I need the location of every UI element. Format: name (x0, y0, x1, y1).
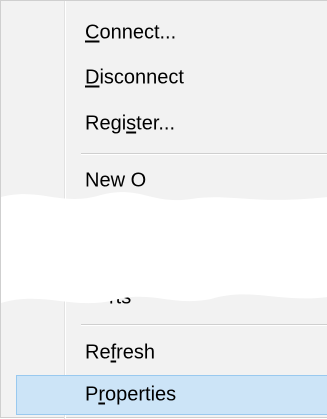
context-menu: Connect... Disconnect Register... New O … (0, 0, 327, 419)
menu-item-label: Register... (85, 112, 176, 135)
menu-item-label: Refresh (85, 341, 156, 364)
menu-separator (81, 153, 327, 155)
menu-item-connect[interactable]: Connect... (1, 13, 327, 53)
menu-item-label: Properties (85, 383, 177, 406)
menu-separator (81, 324, 327, 326)
menu-item-register[interactable]: Register... (1, 104, 327, 144)
menu-item-label: Disconnect (85, 66, 184, 89)
menu-item-properties[interactable]: Properties (16, 375, 327, 415)
menu-item-refresh[interactable]: Refresh (1, 333, 327, 373)
redaction-overlay (1, 192, 327, 304)
menu-item-label: Connect... (85, 21, 177, 44)
menu-item-disconnect[interactable]: Disconnect (1, 58, 327, 98)
